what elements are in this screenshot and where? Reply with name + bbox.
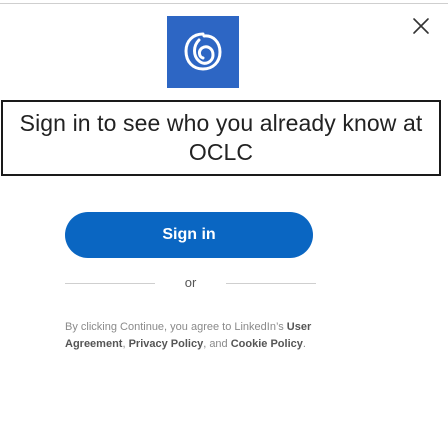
heading-box: Sign in to see who you already know at O… xyxy=(1,100,441,176)
modal-heading: Sign in to see who you already know at O… xyxy=(19,110,423,165)
sign-in-button[interactable]: Sign in xyxy=(65,212,313,258)
linkedin-bug-icon xyxy=(167,16,239,88)
legal-suffix: . xyxy=(302,338,306,350)
or-divider-left xyxy=(65,283,155,284)
legal-prefix: By clicking Continue, you agree to Linke… xyxy=(65,321,284,333)
close-icon xyxy=(412,17,430,40)
legal-text: By clicking Continue, you agree to Linke… xyxy=(65,319,325,353)
or-divider-right xyxy=(226,283,316,284)
cookie-policy-link[interactable]: Cookie Policy xyxy=(231,338,303,350)
legal-sep-2: , and xyxy=(203,338,231,350)
top-divider xyxy=(0,3,448,4)
or-divider-text: or xyxy=(184,275,197,290)
close-button[interactable] xyxy=(401,10,441,46)
privacy-policy-link[interactable]: Privacy Policy xyxy=(129,338,204,350)
